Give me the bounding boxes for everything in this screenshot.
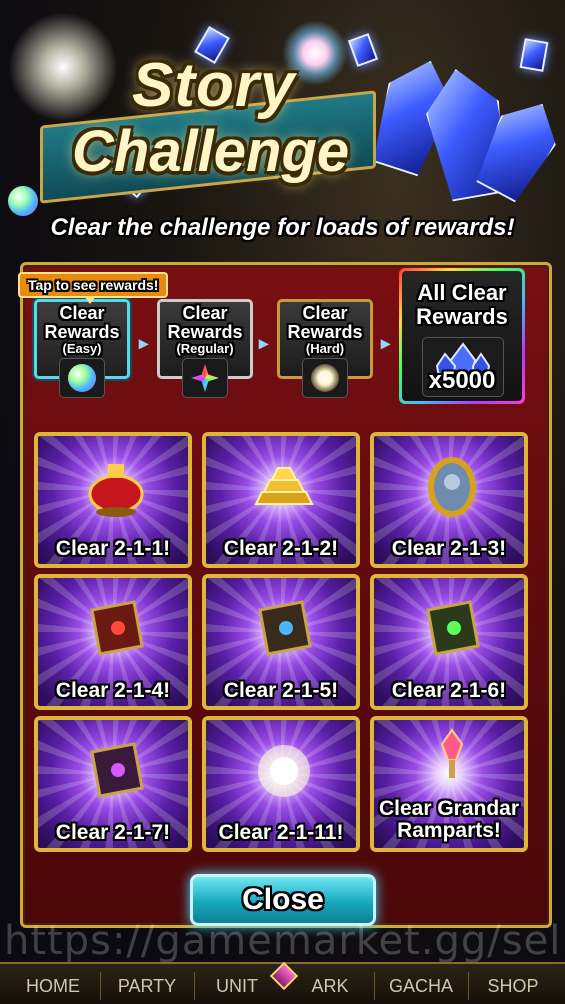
banner-title-line1: Story — [132, 51, 296, 120]
tier-hard-label-line2: Rewards — [287, 322, 363, 342]
all-clear-rewards-tab[interactable]: All Clear Rewards x5000 — [399, 268, 525, 404]
nav-gacha[interactable]: GACHA — [378, 970, 464, 1002]
tier-hard-tab[interactable]: Clear Rewards (Hard) — [277, 299, 373, 398]
nav-ark[interactable]: ARK — [292, 970, 368, 1002]
blue-tome-icon — [258, 600, 312, 656]
chevron-right-icon: ▸ — [139, 333, 149, 353]
nav-party[interactable]: PARTY — [104, 970, 190, 1002]
all-clear-label-line2: Rewards — [416, 304, 508, 329]
tier-hard-label-line1: Clear — [302, 303, 348, 323]
reward-card-label: Clear 2-1-7! — [55, 821, 171, 844]
reward-card-label: Clear 2-1-4! — [55, 679, 171, 702]
purple-tome-icon — [90, 742, 144, 798]
tier-easy-difficulty: (Easy) — [62, 341, 102, 356]
nav-shop[interactable]: SHOP — [472, 970, 554, 1002]
reward-card-2-1-5[interactable]: Clear 2-1-5! — [202, 574, 360, 710]
crystal-mirror-icon — [428, 457, 476, 517]
reward-card-grandar-ramparts[interactable]: Clear Grandar Ramparts! — [370, 716, 528, 852]
reward-card-2-1-2[interactable]: Clear 2-1-2! — [202, 432, 360, 568]
story-challenge-banner: Story Challenge Clear the challenge for … — [0, 0, 565, 260]
banner-subtitle: Clear the challenge for loads of rewards… — [50, 214, 515, 241]
tier-regular-label-line2: Rewards — [167, 322, 243, 342]
reward-card-label: Clear 2-1-11! — [218, 821, 344, 844]
tier-easy-label-line2: Rewards — [44, 322, 120, 342]
chevron-right-icon: ▸ — [381, 333, 391, 353]
bottom-navigation: HOME PARTY UNIT ARK GACHA SHOP — [0, 961, 565, 1004]
gold-bars-icon — [254, 467, 314, 505]
tier-regular-label-line1: Clear — [182, 303, 228, 323]
reward-card-2-1-7[interactable]: Clear 2-1-7! — [34, 716, 192, 852]
reward-card-2-1-6[interactable]: Clear 2-1-6! — [370, 574, 528, 710]
reward-card-label: Clear 2-1-5! — [223, 679, 339, 702]
tier-hard-reward-slot — [302, 358, 348, 398]
tier-easy-label-line1: Clear — [59, 303, 105, 323]
tier-regular-tab[interactable]: Clear Rewards (Regular) — [157, 299, 253, 398]
banner-title-line2: Challenge — [72, 119, 350, 184]
reward-card-label-line1: Clear Grandar Ramparts! — [374, 798, 524, 842]
light-orb-icon — [258, 745, 310, 797]
tier-hard-difficulty: (Hard) — [305, 341, 345, 356]
crystal-key-icon — [440, 728, 464, 778]
reward-card-2-1-3[interactable]: Clear 2-1-3! — [370, 432, 528, 568]
green-tome-icon — [426, 600, 480, 656]
reward-card-2-1-1[interactable]: Clear 2-1-1! — [34, 432, 192, 568]
all-clear-label-line1: All Clear — [417, 280, 507, 305]
watermark-url: https://gamemarket.gg/seller/ — [4, 918, 565, 964]
nav-unit[interactable]: UNIT — [198, 970, 276, 1002]
tier-easy-tab[interactable]: Clear Rewards (Easy) — [34, 299, 130, 398]
all-clear-quantity: x5000 — [428, 367, 496, 394]
white-burst-icon — [311, 364, 339, 392]
chevron-right-icon: ▸ — [259, 333, 269, 353]
reward-card-label: Clear 2-1-2! — [223, 537, 339, 560]
reward-card-label-line1: Clear Grandar — [378, 797, 520, 820]
reward-card-label: Clear 2-1-3! — [391, 537, 507, 560]
tier-regular-reward-slot — [182, 358, 228, 398]
nav-home[interactable]: HOME — [10, 970, 96, 1002]
reward-card-label: Clear 2-1-1! — [55, 537, 171, 560]
reward-card-label-line2: Ramparts! — [397, 819, 501, 842]
tier-regular-difficulty: (Regular) — [176, 341, 234, 356]
tier-easy-reward-slot — [59, 358, 105, 398]
screen: Story Challenge Clear the challenge for … — [0, 0, 565, 1004]
red-tome-icon — [90, 600, 144, 656]
reward-card-2-1-11[interactable]: Clear 2-1-11! — [202, 716, 360, 852]
red-lantern-icon — [88, 464, 144, 517]
prism-shard-icon — [191, 364, 219, 392]
reward-card-2-1-4[interactable]: Clear 2-1-4! — [34, 574, 192, 710]
reward-card-label: Clear 2-1-6! — [391, 679, 507, 702]
rainbow-orb-icon — [68, 364, 96, 392]
tap-to-see-rewards-tooltip: Tap to see rewards! — [18, 272, 169, 304]
